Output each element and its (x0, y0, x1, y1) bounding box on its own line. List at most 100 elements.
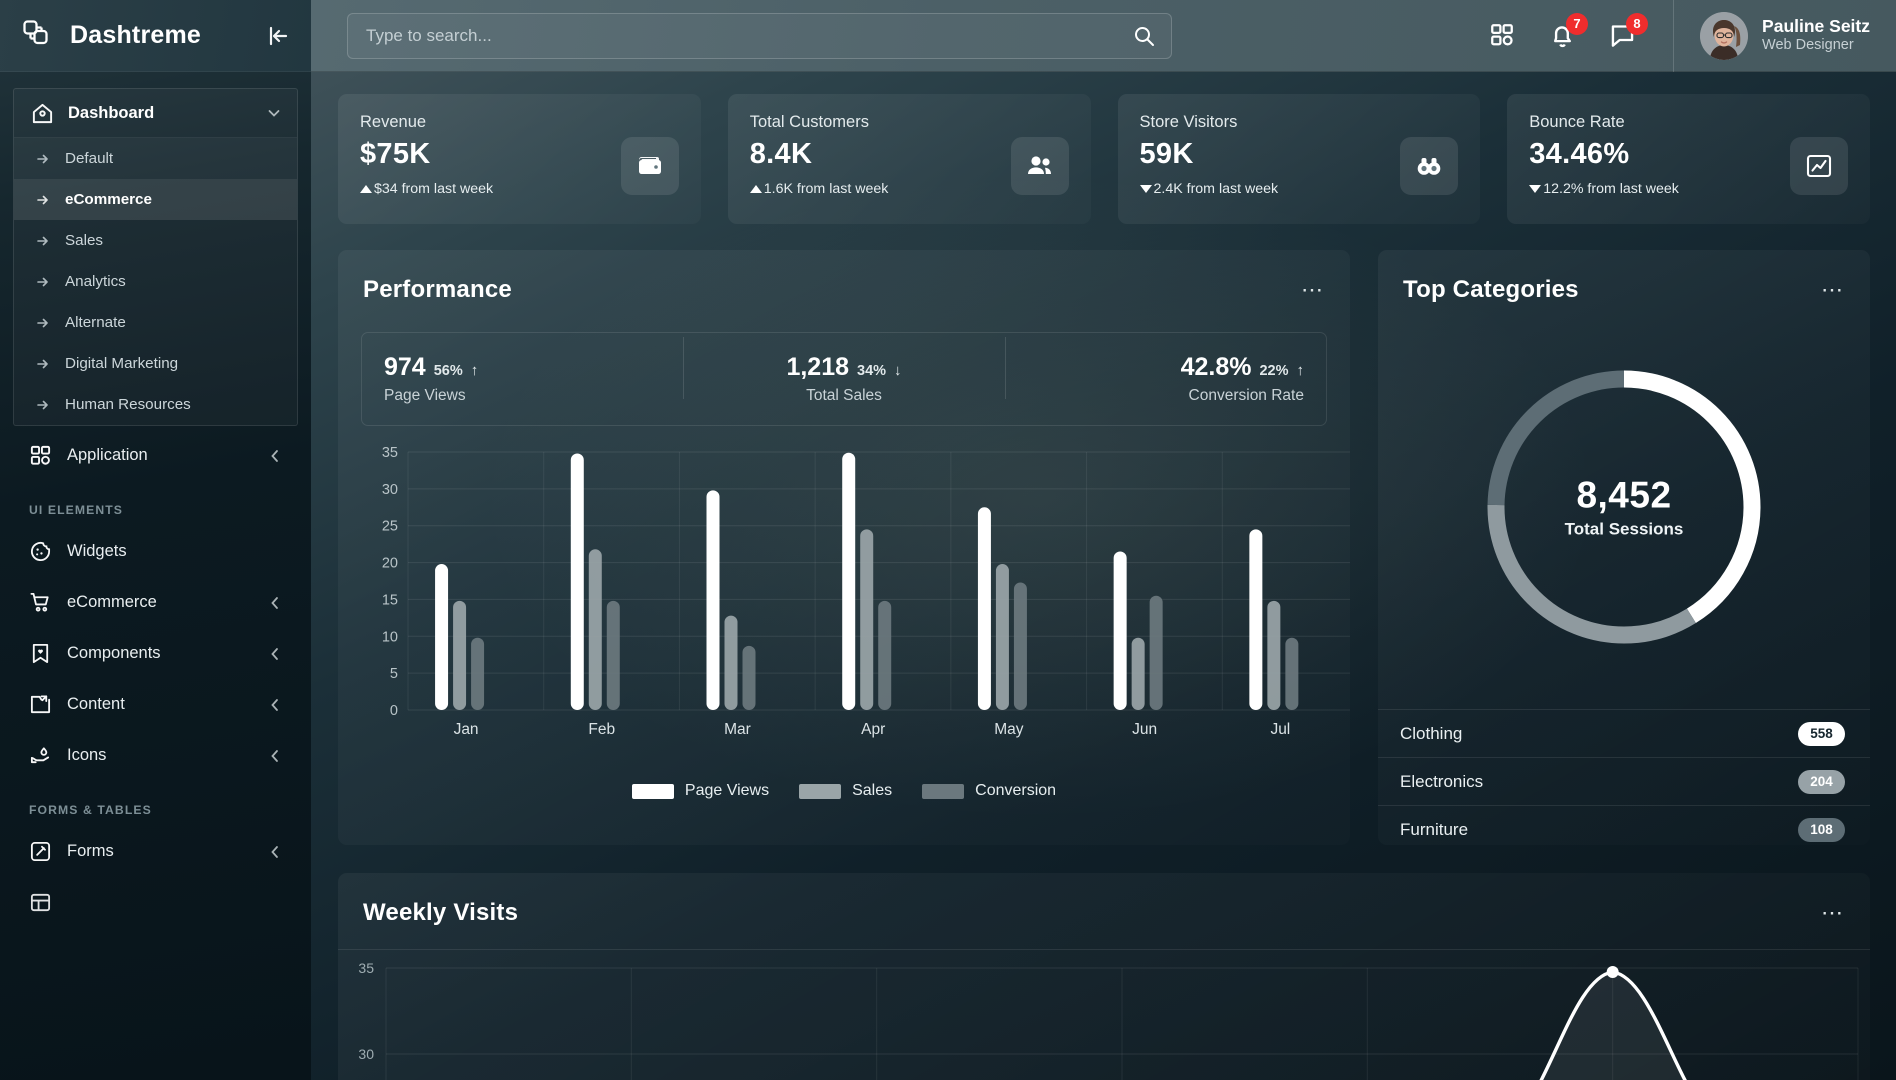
sidebar-item-ecommerce-label: eCommerce (65, 191, 152, 208)
sidebar-item-content[interactable]: Content (0, 679, 311, 730)
arrow-right-icon (36, 357, 50, 371)
sidebar-item-digital-marketing[interactable]: Digital Marketing (14, 343, 297, 384)
legend-swatch (632, 784, 674, 799)
cart-icon (29, 591, 52, 614)
sidebar-item-default-label: Default (65, 150, 113, 167)
stat-value: 974 (384, 353, 426, 382)
sidebar-item-forms[interactable]: Forms (0, 826, 311, 877)
more-options-icon[interactable]: ⋯ (1301, 279, 1324, 301)
sidebar-item-widgets[interactable]: Widgets (0, 526, 311, 577)
sidebar-item-ecommerce[interactable]: eCommerce (14, 179, 297, 220)
sessions-donut-chart: 8,452 Total Sessions (1378, 304, 1870, 709)
svg-text:Apr: Apr (861, 721, 885, 738)
grid-apps-icon[interactable] (1489, 22, 1517, 50)
category-name: Clothing (1400, 724, 1798, 744)
kpi-value: 59K (1140, 138, 1279, 171)
trend-arrow-icon: ↑ (471, 362, 479, 379)
profile-menu[interactable]: Pauline Seitz Web Designer (1673, 0, 1896, 72)
sidebar-item-alternate[interactable]: Alternate (14, 302, 297, 343)
list-item[interactable]: Electronics 204 (1378, 758, 1870, 806)
arrow-right-icon (36, 275, 50, 289)
sidebar-item-dashboard-label: Dashboard (68, 104, 253, 123)
nav-group-dashboard: Dashboard Default eCommerce (13, 88, 298, 426)
bell-icon[interactable]: 7 (1549, 22, 1577, 50)
table-icon (29, 891, 52, 914)
cookie-icon (29, 540, 52, 563)
sidebar-item-digital-marketing-label: Digital Marketing (65, 355, 178, 372)
trend-up-icon (750, 185, 762, 193)
svg-text:May: May (994, 721, 1024, 738)
collapse-sidebar-icon[interactable] (265, 23, 291, 49)
donut-center-text: 8,452 Total Sessions (1565, 474, 1684, 539)
profile-name: Pauline Seitz (1762, 16, 1870, 36)
notification-badge: 7 (1566, 13, 1588, 35)
arrow-right-icon (36, 234, 50, 248)
sidebar-item-application-label: Application (67, 446, 253, 465)
legend-page-views: Page Views (632, 782, 769, 800)
total-sessions-value: 8,452 (1565, 474, 1684, 516)
performance-title: Performance (363, 276, 1301, 304)
line-chart-icon (1790, 137, 1848, 195)
sidebar-item-dashboard[interactable]: Dashboard (14, 89, 297, 138)
arrow-right-icon (36, 316, 50, 330)
kpi-delta: 1.6K from last week (750, 181, 889, 197)
sidebar-item-icons[interactable]: Icons (0, 730, 311, 781)
stat-label: Conversion Rate (1027, 387, 1304, 405)
message-badge: 8 (1626, 13, 1648, 35)
stat-top: 974 56% ↑ (384, 353, 661, 382)
stat-conversion-rate: 42.8% 22% ↑ Conversion Rate (1005, 353, 1326, 405)
kpi-title: Total Customers (750, 113, 889, 132)
stat-page-views: 974 56% ↑ Page Views (362, 353, 683, 405)
sidebar-item-components[interactable]: Components (0, 628, 311, 679)
performance-bar-chart: 05101520253035JanFebMarAprMayJunJul (338, 444, 1350, 774)
home-icon (31, 102, 54, 125)
svg-text:20: 20 (382, 556, 398, 572)
top-bar-icons: 7 8 (1489, 22, 1673, 50)
kpi-card-store-visitors: Store Visitors 59K 2.4K from last week (1118, 94, 1481, 224)
more-options-icon[interactable]: ⋯ (1821, 902, 1844, 924)
weekly-visits-header: Weekly Visits ⋯ (338, 873, 1870, 927)
list-item[interactable]: Clothing 558 (1378, 710, 1870, 758)
hand-drop-icon (29, 744, 52, 767)
kpi-delta-text: 1.6K from last week (764, 181, 889, 197)
sidebar-item-tables[interactable] (0, 877, 311, 928)
sidebar-item-analytics[interactable]: Analytics (14, 261, 297, 302)
sidebar-item-sales[interactable]: Sales (14, 220, 297, 261)
grid-icon (29, 444, 52, 467)
search-input[interactable] (347, 13, 1172, 59)
chevron-left-icon (268, 647, 282, 661)
sidebar-item-ui-ecommerce[interactable]: eCommerce (0, 577, 311, 628)
top-bar-right: 7 8 (1489, 0, 1896, 72)
trend-arrow-icon: ↑ (1296, 362, 1304, 379)
list-item[interactable]: Furniture 108 (1378, 806, 1870, 845)
kpi-text: Revenue $75K $34 from last week (360, 113, 493, 224)
binoculars-icon (1400, 137, 1458, 195)
sidebar: Dashtreme Dashboard (0, 0, 311, 1080)
sidebar-section-forms-tables: FORMS & TABLES (0, 781, 311, 826)
kpi-row: Revenue $75K $34 from last week (338, 94, 1870, 224)
top-categories-card: Top Categories ⋯ 8,452 (1378, 250, 1870, 845)
legend-label: Sales (852, 782, 892, 800)
sidebar-item-components-label: Components (67, 644, 253, 663)
sidebar-item-default[interactable]: Default (14, 138, 297, 179)
performance-card: Performance ⋯ 974 56% ↑ Page Views (338, 250, 1350, 845)
app-logo-icon (22, 19, 56, 53)
kpi-text: Total Customers 8.4K 1.6K from last week (750, 113, 889, 224)
trend-up-icon (360, 185, 372, 193)
svg-text:Feb: Feb (588, 721, 615, 738)
svg-text:10: 10 (382, 629, 398, 645)
search-icon[interactable] (1133, 25, 1155, 47)
sidebar-item-human-resources[interactable]: Human Resources (14, 384, 297, 425)
legend-swatch (799, 784, 841, 799)
stat-total-sales: 1,218 34% ↓ Total Sales (683, 353, 1004, 405)
sidebar-item-application[interactable]: Application (0, 430, 311, 481)
svg-text:30: 30 (382, 482, 398, 498)
weekly-visits-chart: 3035 (338, 950, 1870, 1080)
kpi-value: $75K (360, 138, 493, 171)
kpi-text: Bounce Rate 34.46% 12.2% from last week (1529, 113, 1679, 224)
category-count-badge: 108 (1798, 818, 1845, 842)
chat-bubble-icon[interactable]: 8 (1609, 22, 1637, 50)
more-options-icon[interactable]: ⋯ (1821, 279, 1844, 301)
svg-text:25: 25 (382, 519, 398, 535)
stat-top: 42.8% 22% ↑ (1027, 353, 1304, 382)
